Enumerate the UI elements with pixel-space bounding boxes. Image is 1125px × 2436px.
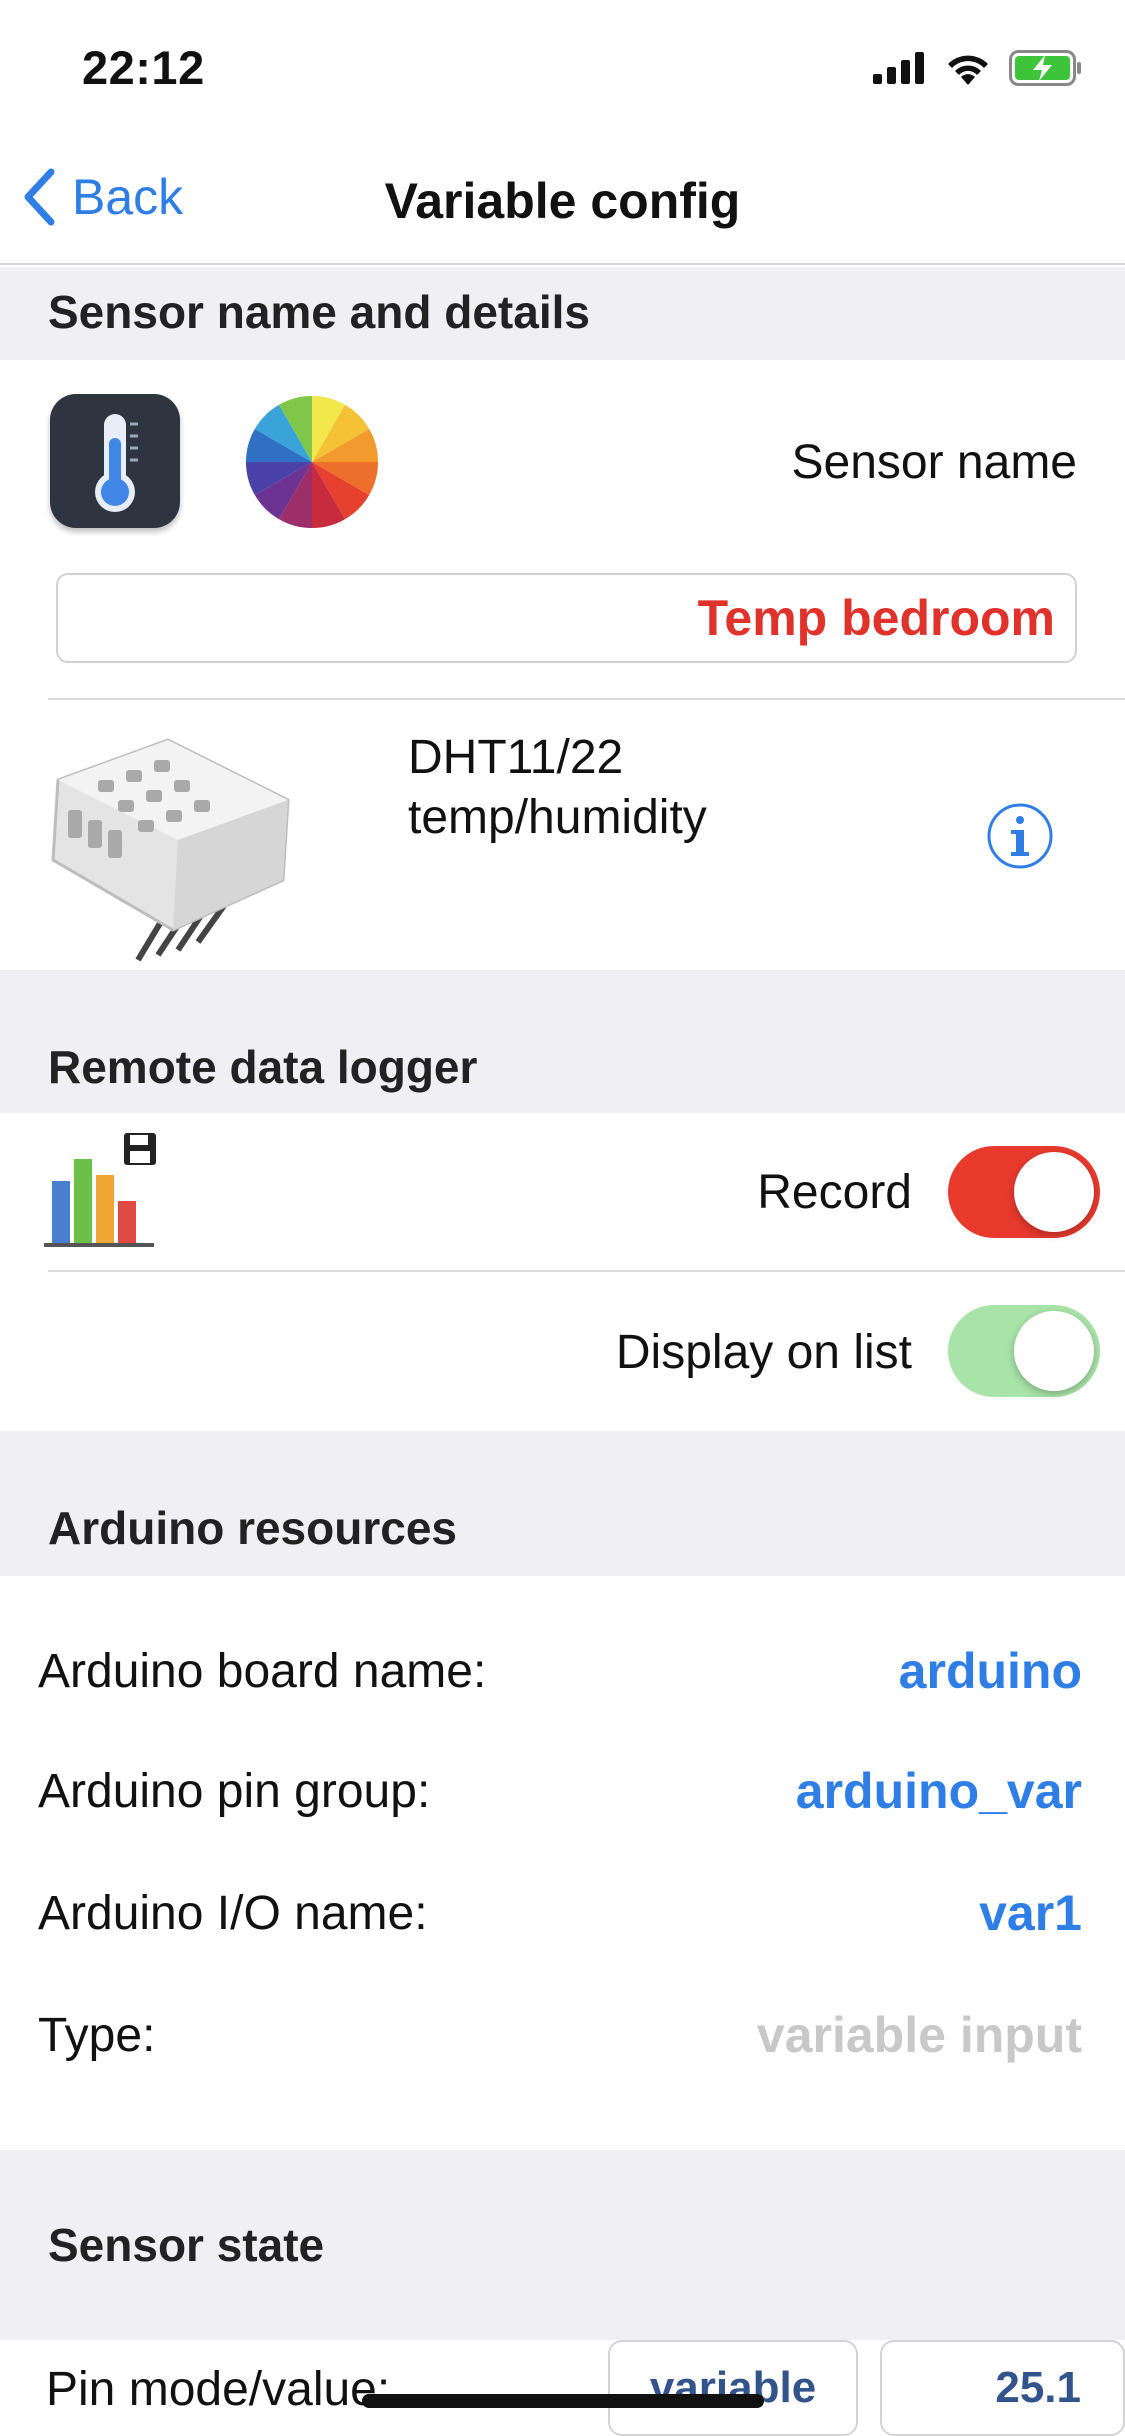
pin-mode-field[interactable]: variable xyxy=(608,2340,858,2436)
section-header-logger: Remote data logger xyxy=(0,970,1125,1113)
section-title: Arduino resources xyxy=(48,1502,457,1554)
sensor-name-label: Sensor name xyxy=(791,436,1078,489)
pin-value-field[interactable]: 25.1 xyxy=(880,2340,1125,2436)
io-name-label: Arduino I/O name: xyxy=(38,1887,428,1940)
arduino-card: Arduino board name: arduino Arduino pin … xyxy=(0,1576,1125,2150)
logger-card: Record Display on list xyxy=(0,1113,1125,1431)
status-icons xyxy=(873,48,1083,88)
section-title: Sensor state xyxy=(48,2219,325,2271)
board-name-value[interactable]: arduino xyxy=(899,1642,1082,1700)
display-on-list-label: Display on list xyxy=(615,1326,912,1379)
pin-mode-label: Pin mode/value: xyxy=(46,2363,391,2416)
io-name-value[interactable]: var1 xyxy=(979,1884,1082,1942)
color-wheel-icon[interactable] xyxy=(244,394,380,530)
sensor-name-input[interactable] xyxy=(56,573,1077,663)
wifi-icon xyxy=(948,55,988,85)
record-toggle[interactable] xyxy=(948,1146,1100,1238)
navigation-bar: Back Variable config xyxy=(0,140,1125,265)
section-title: Remote data logger xyxy=(48,1041,478,1093)
type-value: variable input xyxy=(756,2007,1082,2063)
toggle-knob xyxy=(1014,1152,1094,1232)
section-header-state: Sensor state xyxy=(0,2150,1125,2340)
section-header-sensor: Sensor name and details xyxy=(0,267,1125,360)
type-label: Type: xyxy=(38,2009,156,2062)
dht-sensor-image xyxy=(51,738,290,962)
info-icon[interactable] xyxy=(986,802,1054,870)
home-indicator[interactable] xyxy=(362,2394,764,2408)
page-title: Variable config xyxy=(384,173,741,229)
toggle-knob xyxy=(1014,1311,1094,1391)
pin-group-label: Arduino pin group: xyxy=(38,1765,431,1818)
battery-charging-icon xyxy=(1009,50,1081,86)
divider xyxy=(48,1270,1125,1272)
thermometer-glyph-icon xyxy=(95,414,138,512)
sensor-kind: temp/humidity xyxy=(408,791,707,844)
record-label: Record xyxy=(757,1166,912,1219)
sensor-model: DHT11/22 xyxy=(408,731,624,784)
display-on-list-toggle[interactable] xyxy=(948,1305,1100,1397)
pin-group-value[interactable]: arduino_var xyxy=(796,1762,1082,1820)
section-header-arduino: Arduino resources xyxy=(0,1431,1125,1576)
data-logger-icon xyxy=(44,1133,156,1247)
divider xyxy=(48,698,1125,700)
status-time: 22:12 xyxy=(82,41,205,94)
sensor-description: DHT11/22 temp/humidity xyxy=(408,728,707,848)
section-title: Sensor name and details xyxy=(48,286,590,338)
board-name-label: Arduino board name: xyxy=(38,1645,487,1698)
cellular-signal-icon xyxy=(873,52,924,84)
thermometer-icon[interactable] xyxy=(50,394,180,528)
